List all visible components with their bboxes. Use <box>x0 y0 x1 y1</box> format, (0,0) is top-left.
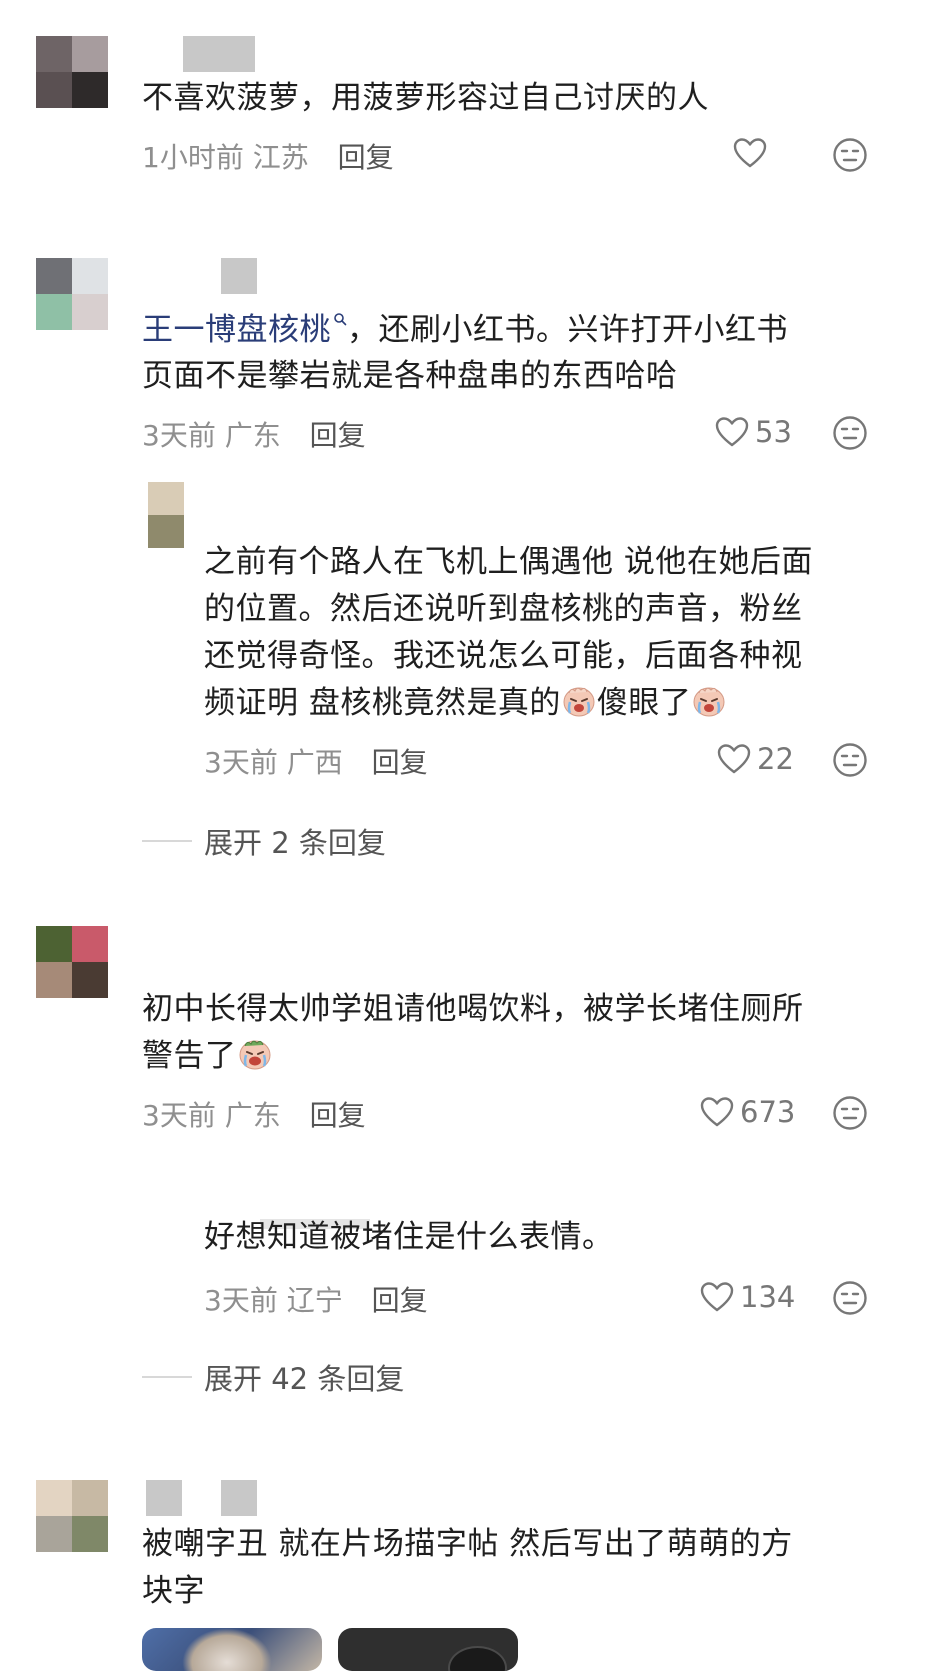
image-figure <box>448 1646 507 1671</box>
divider <box>142 840 192 842</box>
heart-outline-icon <box>700 1282 734 1312</box>
avatar[interactable] <box>36 926 108 998</box>
sad-face-icon[interactable] <box>832 137 868 173</box>
crying-face-emoji <box>563 687 595 717</box>
comment-text-line-1: 王一博盘核桃 ，还刷小红书。兴许打开小红书 <box>142 306 788 354</box>
comment-text-line-2: 的位置。然后还说听到盘核桃的声音，粉丝 <box>204 591 803 627</box>
reply-button[interactable]: 回复 <box>310 1099 366 1132</box>
sad-face-icon[interactable] <box>832 1280 868 1316</box>
like-count: 134 <box>740 1280 796 1314</box>
expand-replies-label: 展开 42 条回复 <box>204 1362 405 1396</box>
avatar[interactable] <box>148 482 184 548</box>
comment-meta: 3天前 广西 回复 <box>204 741 428 781</box>
comment-text-line-1: 之前有个路人在飞机上偶遇他 说他在她后面 <box>204 544 813 580</box>
comment-text-line-1: 被嘲字丑 就在片场描字帖 然后写出了萌萌的方 <box>142 1526 793 1562</box>
comment-meta: 3天前 广东 回复 <box>142 1094 366 1134</box>
reply-button[interactable]: 回复 <box>310 419 366 452</box>
timestamp: 3天前 <box>204 1284 278 1317</box>
reply-button[interactable]: 回复 <box>372 746 428 779</box>
comment-text: 好想知道被堵住是什么表情。 <box>204 1219 614 1255</box>
like-button[interactable]: 53 <box>715 415 792 449</box>
like-button[interactable]: 673 <box>700 1095 795 1129</box>
heart-outline-icon <box>733 138 767 168</box>
comment-text-line-1: 初中长得太帅学姐请他喝饮料，被学长堵住厕所 <box>142 991 804 1027</box>
avatar[interactable] <box>36 36 108 108</box>
timestamp: 3天前 <box>142 1099 216 1132</box>
like-count: 53 <box>755 415 792 449</box>
expand-replies-link[interactable]: 展开 2 条回复 <box>142 820 386 862</box>
like-button[interactable]: 134 <box>700 1280 795 1314</box>
comment-meta: 3天前 辽宁 回复 <box>204 1279 428 1319</box>
comment-text-line-4: 频证明 盘核桃竟然是真的 傻眼了 <box>204 679 727 727</box>
expand-replies-label: 展开 2 条回复 <box>204 826 386 860</box>
timestamp: 3天前 <box>204 746 278 779</box>
comment-meta: 1小时前 江苏 回复 <box>142 136 394 176</box>
image-figure <box>182 1628 272 1671</box>
comment-text: 傻眼了 <box>596 685 692 721</box>
avatar[interactable] <box>36 258 108 330</box>
sad-face-icon[interactable] <box>832 742 868 778</box>
timestamp: 1小时前 <box>142 141 244 174</box>
username-blurred[interactable] <box>221 258 257 294</box>
comment-image-2[interactable] <box>338 1628 518 1671</box>
location: 江苏 <box>252 141 309 174</box>
reply-button[interactable]: 回复 <box>372 1284 428 1317</box>
reply-button[interactable]: 回复 <box>338 141 394 174</box>
like-count: 22 <box>757 742 794 776</box>
sad-face-icon[interactable] <box>832 1095 868 1131</box>
timestamp: 3天前 <box>142 419 216 452</box>
comment-text: 警告了 <box>142 1038 237 1074</box>
expand-replies-link[interactable]: 展开 42 条回复 <box>142 1356 404 1398</box>
location: 辽宁 <box>286 1284 343 1317</box>
heart-outline-icon <box>715 417 749 447</box>
like-count: 673 <box>740 1095 796 1129</box>
location: 广西 <box>286 746 343 779</box>
divider <box>142 1376 192 1378</box>
location: 广东 <box>224 1099 281 1132</box>
heart-outline-icon <box>717 744 751 774</box>
sad-face-icon[interactable] <box>832 415 868 451</box>
search-icon[interactable] <box>333 312 347 326</box>
like-button[interactable] <box>733 137 773 169</box>
username-blurred[interactable] <box>183 36 255 72</box>
comment-text-line-2: 警告了 <box>142 1032 273 1080</box>
avatar[interactable] <box>36 1480 108 1552</box>
comment-text-line-2: 块字 <box>142 1573 205 1609</box>
comment-meta: 3天前 广东 回复 <box>142 414 366 454</box>
like-button[interactable]: 22 <box>717 742 794 776</box>
crying-face-emoji <box>693 687 725 717</box>
comment-text: 不喜欢菠萝，用菠萝形容过自己讨厌的人 <box>142 80 709 116</box>
comment-text-line-3: 还觉得奇怪。我还说怎么可能，后面各种视 <box>204 638 803 674</box>
comment-image-1[interactable] <box>142 1628 322 1671</box>
comment-text: ，还刷小红书。兴许打开小红书 <box>347 312 788 348</box>
crying-face-emoji <box>239 1040 270 1070</box>
mention-link[interactable]: 王一博盘核桃 <box>142 312 331 348</box>
username-blurred[interactable] <box>146 1480 182 1516</box>
location: 广东 <box>224 419 281 452</box>
comment-text-line-2: 页面不是攀岩就是各种盘串的东西哈哈 <box>142 358 678 394</box>
heart-outline-icon <box>700 1097 734 1127</box>
username-blurred[interactable] <box>221 1480 257 1516</box>
comment-text: 频证明 盘核桃竟然是真的 <box>204 685 561 721</box>
